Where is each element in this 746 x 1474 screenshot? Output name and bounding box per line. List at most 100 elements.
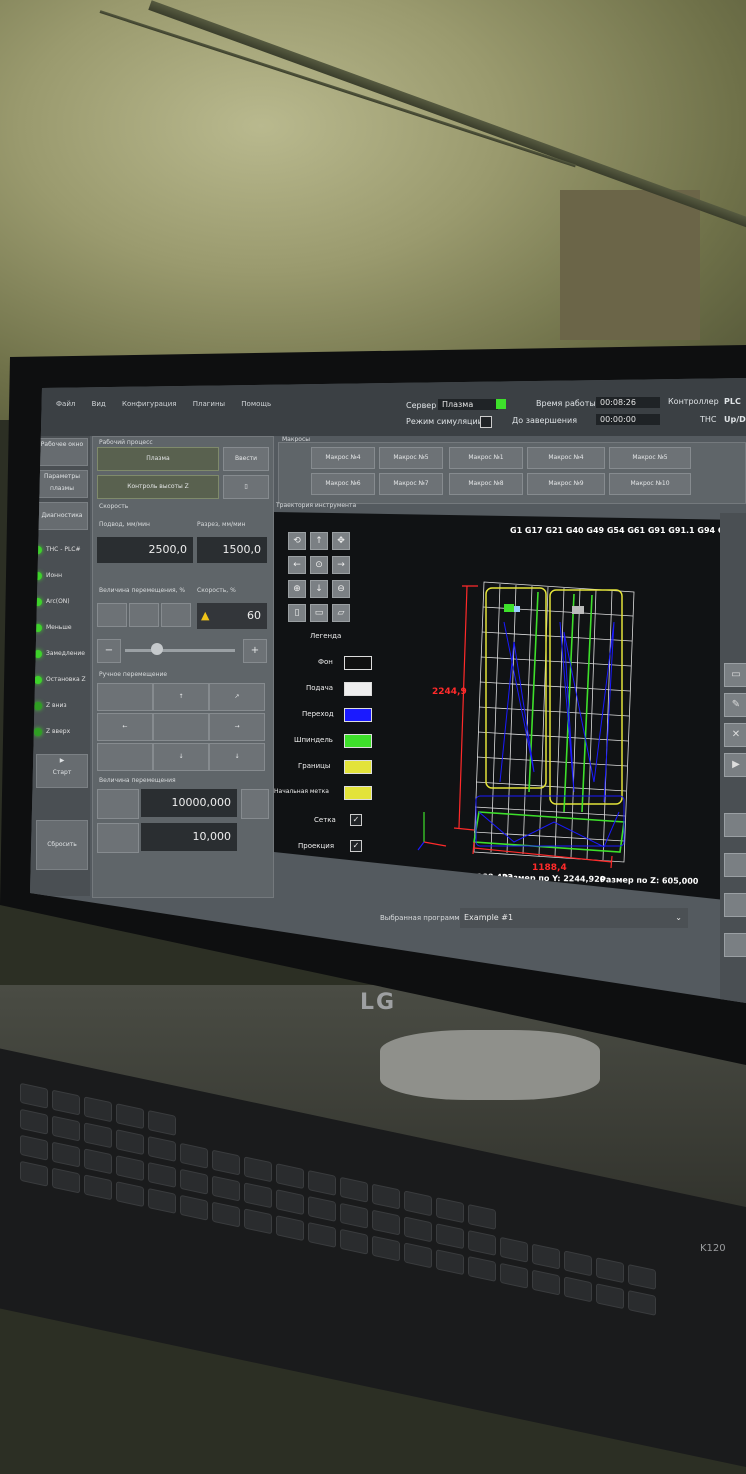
enter-button[interactable]: Ввести	[223, 447, 269, 471]
tool-button-6[interactable]	[724, 853, 746, 877]
macro-9[interactable]: Макрос №9	[527, 473, 605, 495]
offset-btn-a[interactable]	[97, 789, 139, 819]
pierce-label: Подвод, мм/мин	[99, 521, 150, 528]
lock-button[interactable]: ▯	[223, 475, 269, 499]
key	[148, 1109, 176, 1136]
step-btn-2[interactable]	[129, 603, 159, 627]
speed-slider-track[interactable]	[125, 649, 235, 652]
server-indicator	[496, 399, 506, 409]
warning-icon: ▲	[201, 609, 210, 622]
led-label-z-up: Z вверх	[46, 728, 71, 735]
led-label-z-down: Z вниз	[46, 702, 67, 709]
jog-9[interactable]: ↓	[209, 743, 265, 771]
key	[500, 1262, 528, 1289]
led-label-stop-z: Остановка Z	[46, 676, 86, 683]
simulation-toggle[interactable]	[480, 416, 492, 428]
speed-slider-handle[interactable]	[151, 643, 163, 655]
edit-icon[interactable]: ✎	[724, 693, 746, 717]
macro-2[interactable]: Макрос №5	[379, 447, 443, 469]
key	[308, 1221, 336, 1248]
jog-3[interactable]: ↗	[209, 683, 265, 711]
size-z: Размер по Z: 605,000	[599, 875, 699, 886]
jog-right[interactable]: →	[209, 713, 265, 741]
plus-button[interactable]: +	[243, 639, 267, 663]
led-label-arc: Arc(ON)	[46, 598, 70, 605]
cut-speed-field[interactable]: 1500,0	[197, 537, 267, 563]
tool-button-7[interactable]	[724, 893, 746, 917]
jog-down[interactable]: ↓	[153, 743, 209, 771]
toolpath-viewer[interactable]: G1 G17 G21 G40 G49 G54 G61 G91 G91.1 G94…	[274, 512, 744, 902]
macro-1[interactable]: Макрос №4	[311, 447, 375, 469]
menu-help[interactable]: Помощь	[241, 400, 271, 408]
pierce-speed-field[interactable]: 2500,0	[97, 537, 193, 563]
step-btn-1[interactable]	[97, 603, 127, 627]
play-icon: ▶	[59, 757, 65, 764]
key	[564, 1250, 592, 1277]
key	[212, 1201, 240, 1228]
offset-btn-c[interactable]	[97, 823, 139, 853]
reset-button[interactable]: Сбросить	[36, 820, 88, 870]
start-label: Старт	[52, 769, 72, 776]
play-icon-right[interactable]: ▶	[724, 753, 746, 777]
speed-pct-field[interactable]: ▲ 60	[197, 603, 267, 629]
controller-value: PLC	[724, 397, 741, 406]
macro-10[interactable]: Макрос №10	[609, 473, 691, 495]
start-button[interactable]: ▶ Старт	[36, 754, 88, 788]
plasma-button[interactable]: Плазма	[97, 447, 219, 471]
top-bar: Файл Вид Конфигурация Плагины Помощь Сер…	[30, 378, 746, 436]
macro-7[interactable]: Макрос №7	[379, 473, 443, 495]
key	[404, 1216, 432, 1243]
key	[20, 1160, 48, 1187]
tool-button-5[interactable]	[724, 813, 746, 837]
viewer-title: Траектория инструмента	[276, 502, 357, 509]
tool-button-8[interactable]	[724, 933, 746, 957]
menu-plugins[interactable]: Плагины	[193, 400, 225, 408]
tab-diagnostics[interactable]: Диагностика	[36, 502, 88, 530]
menu-config[interactable]: Конфигурация	[122, 400, 176, 408]
toolpath-drawing: 2244,9 1188,4	[417, 581, 635, 873]
key	[212, 1149, 240, 1176]
key	[20, 1108, 48, 1135]
close-icon[interactable]: ✕	[724, 723, 746, 747]
height-control-button[interactable]: Контроль высоты Z	[97, 475, 219, 499]
key	[308, 1195, 336, 1222]
jog-center[interactable]	[153, 713, 209, 741]
jog-7[interactable]	[97, 743, 153, 771]
reset-label: Сбросить	[47, 841, 77, 848]
step-field-2[interactable]: 10,000	[141, 823, 237, 851]
tab-work-window[interactable]: Рабочее окно	[36, 438, 88, 466]
key	[436, 1197, 464, 1224]
macro-4[interactable]: Макрос №4	[527, 447, 605, 469]
menu-view[interactable]: Вид	[92, 400, 106, 408]
macro-5[interactable]: Макрос №5	[609, 447, 691, 469]
key	[372, 1235, 400, 1262]
step-field-1[interactable]: 10000,000	[141, 789, 237, 817]
tool-button-1[interactable]: ▭	[724, 663, 746, 687]
key	[20, 1082, 48, 1109]
key	[340, 1202, 368, 1229]
key	[148, 1161, 176, 1188]
minus-button[interactable]: −	[97, 639, 121, 663]
macro-8[interactable]: Макрос №8	[449, 473, 523, 495]
server-label: Сервер	[406, 401, 437, 410]
tab-plasma-params[interactable]: Параметры плазмы	[36, 470, 88, 498]
key	[212, 1175, 240, 1202]
selected-program-select[interactable]: Example #1 ⌄	[460, 908, 688, 928]
macro-3[interactable]: Макрос №1	[449, 447, 523, 469]
led-label-slowdown: Замедление	[46, 650, 85, 657]
cut-label: Разрез, мм/мин	[197, 521, 246, 528]
offset-btn-b[interactable]	[241, 789, 269, 819]
jog-left[interactable]: ←	[97, 713, 153, 741]
follow-checkbox[interactable]	[350, 866, 362, 878]
menu-file[interactable]: Файл	[56, 400, 75, 408]
macros-panel: Макрос №4 Макрос №5 Макрос №1 Макрос №4 …	[278, 442, 746, 504]
macro-6[interactable]: Макрос №6	[311, 473, 375, 495]
key	[116, 1155, 144, 1182]
key	[404, 1242, 432, 1269]
led-stop-z	[34, 676, 42, 684]
jog-1[interactable]	[97, 683, 153, 711]
jog-up[interactable]: ↑	[153, 683, 209, 711]
cnc-application-window: Файл Вид Конфигурация Плагины Помощь Сер…	[30, 378, 746, 1003]
menu-bar: Файл Вид Конфигурация Плагины Помощь	[56, 400, 285, 408]
step-btn-3[interactable]	[161, 603, 191, 627]
